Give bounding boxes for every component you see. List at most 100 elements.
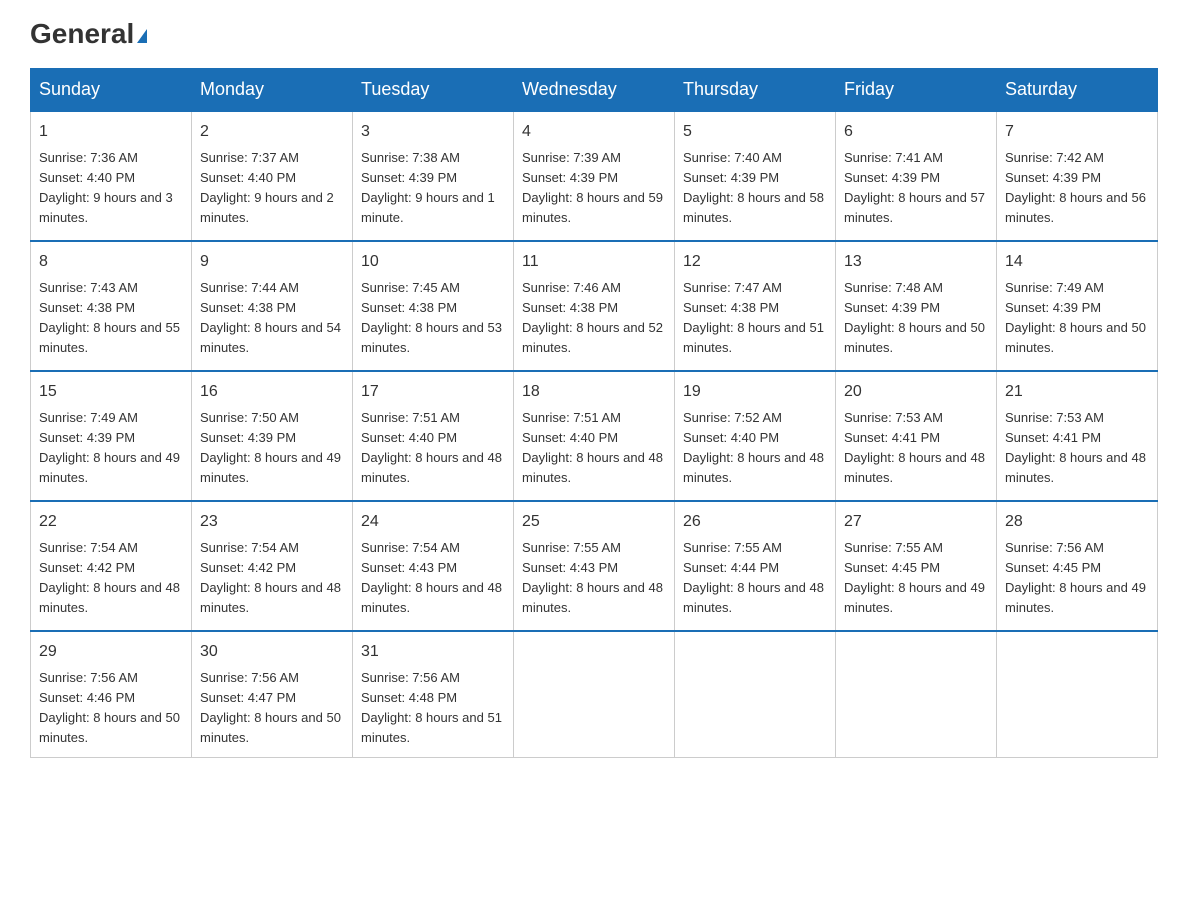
calendar-header-row: SundayMondayTuesdayWednesdayThursdayFrid… bbox=[31, 69, 1158, 112]
day-number: 22 bbox=[39, 510, 183, 534]
calendar-cell: 21 Sunrise: 7:53 AMSunset: 4:41 PMDayligh… bbox=[997, 371, 1158, 501]
day-number: 5 bbox=[683, 120, 827, 144]
calendar-cell bbox=[675, 631, 836, 757]
day-number: 8 bbox=[39, 250, 183, 274]
calendar-cell: 11Sunrise: 7:46 AMSunset: 4:38 PMDayligh… bbox=[514, 241, 675, 371]
calendar-cell: 22 Sunrise: 7:54 AMSunset: 4:42 PMDayligh… bbox=[31, 501, 192, 631]
calendar-cell: 5 Sunrise: 7:40 AMSunset: 4:39 PMDaylight… bbox=[675, 111, 836, 241]
calendar-cell: 26 Sunrise: 7:55 AMSunset: 4:44 PMDayligh… bbox=[675, 501, 836, 631]
calendar-cell: 10 Sunrise: 7:45 AMSunset: 4:38 PMDayligh… bbox=[353, 241, 514, 371]
calendar-cell: 6Sunrise: 7:41 AMSunset: 4:39 PMDaylight… bbox=[836, 111, 997, 241]
day-number: 1 bbox=[39, 120, 183, 144]
calendar-cell bbox=[836, 631, 997, 757]
day-info: Sunrise: 7:49 AMSunset: 4:39 PMDaylight:… bbox=[1005, 278, 1149, 359]
calendar-cell: 15 Sunrise: 7:49 AMSunset: 4:39 PMDayligh… bbox=[31, 371, 192, 501]
day-info: Sunrise: 7:55 AMSunset: 4:43 PMDaylight:… bbox=[522, 538, 666, 619]
day-info: Sunrise: 7:49 AMSunset: 4:39 PMDaylight:… bbox=[39, 408, 183, 489]
col-header-thursday: Thursday bbox=[675, 69, 836, 112]
calendar-cell: 19 Sunrise: 7:52 AMSunset: 4:40 PMDayligh… bbox=[675, 371, 836, 501]
day-number: 17 bbox=[361, 380, 505, 404]
calendar-cell: 18 Sunrise: 7:51 AMSunset: 4:40 PMDayligh… bbox=[514, 371, 675, 501]
day-number: 20 bbox=[844, 380, 988, 404]
col-header-monday: Monday bbox=[192, 69, 353, 112]
day-number: 13 bbox=[844, 250, 988, 274]
day-info: Sunrise: 7:54 AMSunset: 4:43 PMDaylight:… bbox=[361, 538, 505, 619]
day-number: 27 bbox=[844, 510, 988, 534]
day-info: Sunrise: 7:54 AMSunset: 4:42 PMDaylight:… bbox=[200, 538, 344, 619]
calendar-week-row: 1Sunrise: 7:36 AMSunset: 4:40 PMDaylight… bbox=[31, 111, 1158, 241]
day-number: 7 bbox=[1005, 120, 1149, 144]
calendar-week-row: 22 Sunrise: 7:54 AMSunset: 4:42 PMDayligh… bbox=[31, 501, 1158, 631]
day-info: Sunrise: 7:55 AMSunset: 4:45 PMDaylight:… bbox=[844, 538, 988, 619]
day-info: Sunrise: 7:52 AMSunset: 4:40 PMDaylight:… bbox=[683, 408, 827, 489]
day-number: 26 bbox=[683, 510, 827, 534]
day-number: 16 bbox=[200, 380, 344, 404]
calendar-cell: 7 Sunrise: 7:42 AMSunset: 4:39 PMDaylight… bbox=[997, 111, 1158, 241]
calendar-cell: 8 Sunrise: 7:43 AMSunset: 4:38 PMDaylight… bbox=[31, 241, 192, 371]
calendar-week-row: 8 Sunrise: 7:43 AMSunset: 4:38 PMDaylight… bbox=[31, 241, 1158, 371]
calendar-cell: 14 Sunrise: 7:49 AMSunset: 4:39 PMDayligh… bbox=[997, 241, 1158, 371]
day-number: 30 bbox=[200, 640, 344, 664]
day-info: Sunrise: 7:50 AMSunset: 4:39 PMDaylight:… bbox=[200, 408, 344, 489]
logo: General bbox=[30, 20, 147, 48]
day-info: Sunrise: 7:55 AMSunset: 4:44 PMDaylight:… bbox=[683, 538, 827, 619]
day-info: Sunrise: 7:54 AMSunset: 4:42 PMDaylight:… bbox=[39, 538, 183, 619]
calendar-cell: 29Sunrise: 7:56 AMSunset: 4:46 PMDayligh… bbox=[31, 631, 192, 757]
day-number: 29 bbox=[39, 640, 183, 664]
day-info: Sunrise: 7:56 AMSunset: 4:45 PMDaylight:… bbox=[1005, 538, 1149, 619]
calendar-cell: 12 Sunrise: 7:47 AMSunset: 4:38 PMDayligh… bbox=[675, 241, 836, 371]
calendar-cell: 25 Sunrise: 7:55 AMSunset: 4:43 PMDayligh… bbox=[514, 501, 675, 631]
logo-line1: General bbox=[30, 20, 147, 48]
calendar-cell: 17 Sunrise: 7:51 AMSunset: 4:40 PMDayligh… bbox=[353, 371, 514, 501]
calendar-cell: 24 Sunrise: 7:54 AMSunset: 4:43 PMDayligh… bbox=[353, 501, 514, 631]
day-number: 31 bbox=[361, 640, 505, 664]
day-number: 25 bbox=[522, 510, 666, 534]
day-number: 4 bbox=[522, 120, 666, 144]
day-info: Sunrise: 7:43 AMSunset: 4:38 PMDaylight:… bbox=[39, 278, 183, 359]
day-info: Sunrise: 7:56 AMSunset: 4:47 PMDaylight:… bbox=[200, 668, 344, 749]
calendar-cell bbox=[514, 631, 675, 757]
calendar-cell: 27 Sunrise: 7:55 AMSunset: 4:45 PMDayligh… bbox=[836, 501, 997, 631]
calendar-cell: 1Sunrise: 7:36 AMSunset: 4:40 PMDaylight… bbox=[31, 111, 192, 241]
col-header-saturday: Saturday bbox=[997, 69, 1158, 112]
calendar-table: SundayMondayTuesdayWednesdayThursdayFrid… bbox=[30, 68, 1158, 758]
day-info: Sunrise: 7:53 AMSunset: 4:41 PMDaylight:… bbox=[1005, 408, 1149, 489]
day-info: Sunrise: 7:37 AMSunset: 4:40 PMDaylight:… bbox=[200, 148, 344, 229]
calendar-cell: 16 Sunrise: 7:50 AMSunset: 4:39 PMDayligh… bbox=[192, 371, 353, 501]
day-number: 24 bbox=[361, 510, 505, 534]
calendar-cell: 13 Sunrise: 7:48 AMSunset: 4:39 PMDayligh… bbox=[836, 241, 997, 371]
day-info: Sunrise: 7:42 AMSunset: 4:39 PMDaylight:… bbox=[1005, 148, 1149, 229]
calendar-cell: 31Sunrise: 7:56 AMSunset: 4:48 PMDayligh… bbox=[353, 631, 514, 757]
day-info: Sunrise: 7:51 AMSunset: 4:40 PMDaylight:… bbox=[361, 408, 505, 489]
day-info: Sunrise: 7:53 AMSunset: 4:41 PMDaylight:… bbox=[844, 408, 988, 489]
day-number: 11 bbox=[522, 250, 666, 274]
calendar-cell: 20 Sunrise: 7:53 AMSunset: 4:41 PMDayligh… bbox=[836, 371, 997, 501]
calendar-week-row: 15 Sunrise: 7:49 AMSunset: 4:39 PMDayligh… bbox=[31, 371, 1158, 501]
day-number: 21 bbox=[1005, 380, 1149, 404]
calendar-cell: 28 Sunrise: 7:56 AMSunset: 4:45 PMDayligh… bbox=[997, 501, 1158, 631]
day-number: 6 bbox=[844, 120, 988, 144]
day-number: 28 bbox=[1005, 510, 1149, 534]
calendar-cell: 2 Sunrise: 7:37 AMSunset: 4:40 PMDaylight… bbox=[192, 111, 353, 241]
col-header-wednesday: Wednesday bbox=[514, 69, 675, 112]
day-info: Sunrise: 7:47 AMSunset: 4:38 PMDaylight:… bbox=[683, 278, 827, 359]
calendar-cell: 3Sunrise: 7:38 AMSunset: 4:39 PMDaylight… bbox=[353, 111, 514, 241]
day-info: Sunrise: 7:40 AMSunset: 4:39 PMDaylight:… bbox=[683, 148, 827, 229]
day-number: 2 bbox=[200, 120, 344, 144]
day-number: 14 bbox=[1005, 250, 1149, 274]
col-header-tuesday: Tuesday bbox=[353, 69, 514, 112]
day-number: 15 bbox=[39, 380, 183, 404]
day-info: Sunrise: 7:51 AMSunset: 4:40 PMDaylight:… bbox=[522, 408, 666, 489]
calendar-cell: 30 Sunrise: 7:56 AMSunset: 4:47 PMDayligh… bbox=[192, 631, 353, 757]
day-info: Sunrise: 7:48 AMSunset: 4:39 PMDaylight:… bbox=[844, 278, 988, 359]
day-info: Sunrise: 7:45 AMSunset: 4:38 PMDaylight:… bbox=[361, 278, 505, 359]
calendar-cell bbox=[997, 631, 1158, 757]
day-number: 18 bbox=[522, 380, 666, 404]
calendar-week-row: 29Sunrise: 7:56 AMSunset: 4:46 PMDayligh… bbox=[31, 631, 1158, 757]
day-number: 19 bbox=[683, 380, 827, 404]
day-number: 12 bbox=[683, 250, 827, 274]
day-number: 10 bbox=[361, 250, 505, 274]
day-info: Sunrise: 7:44 AMSunset: 4:38 PMDaylight:… bbox=[200, 278, 344, 359]
day-number: 3 bbox=[361, 120, 505, 144]
calendar-cell: 23Sunrise: 7:54 AMSunset: 4:42 PMDayligh… bbox=[192, 501, 353, 631]
